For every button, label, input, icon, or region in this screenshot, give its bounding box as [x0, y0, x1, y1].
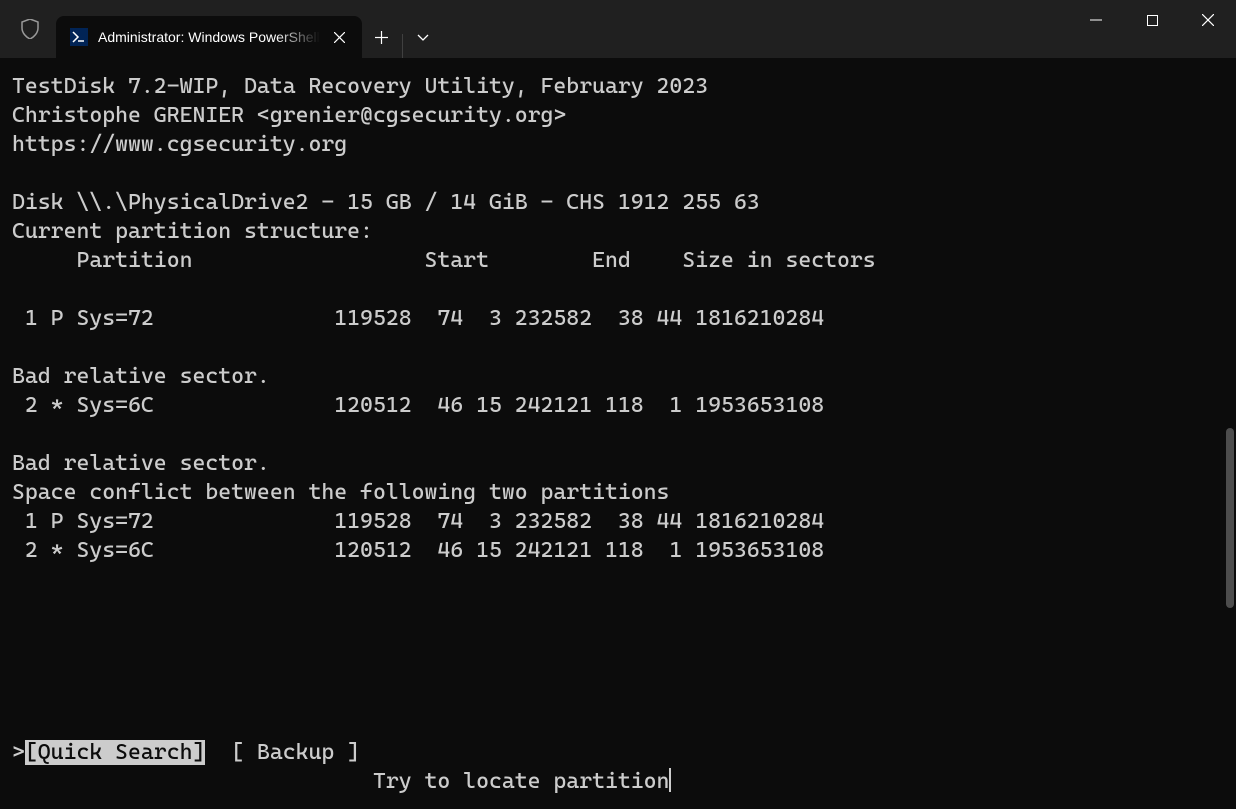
output-block: TestDisk 7.2-WIP, Data Recovery Utility,…: [12, 74, 876, 563]
cursor: [669, 768, 671, 792]
window-controls: [1068, 0, 1236, 40]
menu-row: >[Quick Search] [ Backup ]: [12, 738, 360, 767]
menu-gap: [205, 740, 231, 765]
hint-indent: [12, 769, 373, 794]
tab-dropdown-button[interactable]: [403, 16, 443, 58]
tab-close-button[interactable]: [330, 27, 350, 47]
menu-quick-search[interactable]: [Quick Search]: [25, 740, 205, 765]
close-window-button[interactable]: [1180, 0, 1236, 40]
maximize-button[interactable]: [1124, 0, 1180, 40]
shield-icon: [8, 0, 52, 58]
menu-backup[interactable]: [ Backup ]: [231, 740, 360, 765]
new-tab-button[interactable]: [362, 16, 402, 58]
menu-prefix: >: [12, 740, 25, 765]
scrollbar-thumb[interactable]: [1226, 428, 1234, 608]
tab-title: Administrator: Windows PowerShell: [98, 29, 320, 45]
hint-text: Try to locate partition: [373, 769, 669, 794]
tab-powershell[interactable]: Administrator: Windows PowerShell: [56, 16, 362, 58]
tab-strip: Administrator: Windows PowerShell: [0, 0, 443, 58]
hint-row: Try to locate partition: [12, 767, 1236, 796]
minimize-button[interactable]: [1068, 0, 1124, 40]
powershell-icon: [70, 28, 88, 46]
window-titlebar: Administrator: Windows PowerShell: [0, 0, 1236, 58]
terminal-output[interactable]: TestDisk 7.2-WIP, Data Recovery Utility,…: [0, 58, 1236, 809]
